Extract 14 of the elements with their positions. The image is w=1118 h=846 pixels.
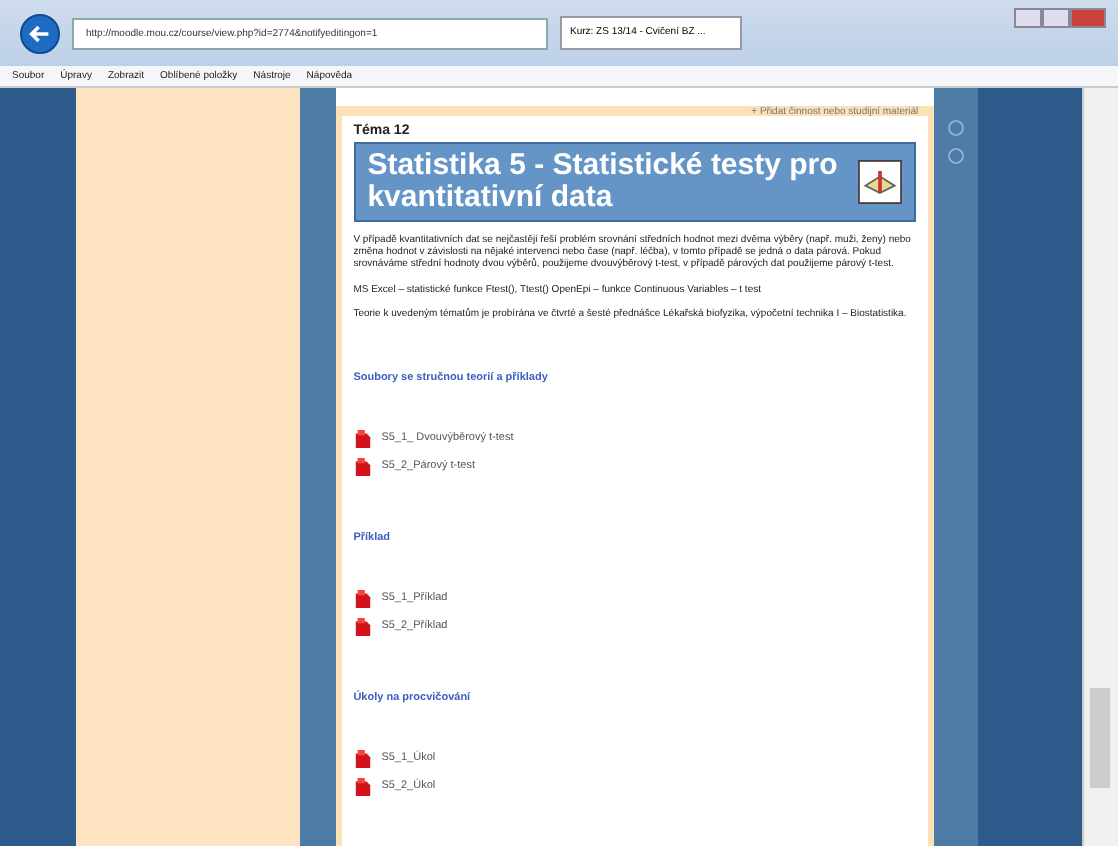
file-icon (353, 777, 372, 796)
file-icon (353, 749, 372, 768)
book-icon (858, 160, 903, 204)
topic-title: Statistika 5 - Statistické testy pro kvantitativní data (367, 150, 840, 214)
close-button[interactable] (1070, 8, 1106, 28)
file-icon (353, 617, 372, 636)
file-icon (353, 457, 372, 476)
file-icon (353, 429, 372, 448)
file-icon (353, 589, 372, 608)
back-button[interactable] (20, 13, 60, 53)
scrollbar[interactable] (1082, 88, 1118, 846)
scrollbar-thumb[interactable] (1090, 688, 1111, 788)
minimize-button[interactable] (1014, 8, 1042, 28)
maximize-button[interactable] (1042, 8, 1070, 28)
